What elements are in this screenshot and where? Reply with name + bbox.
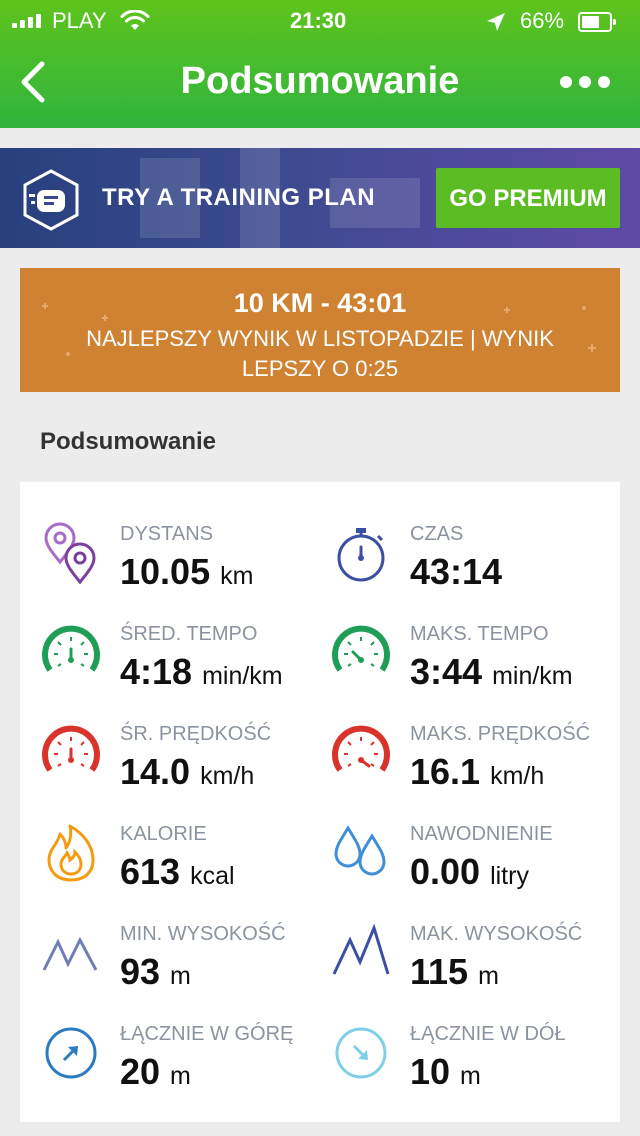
stat-value-line: 93 m [120,952,191,992]
summary-section-title: Podsumowanie [40,428,217,455]
wifi-icon [120,10,150,30]
stat-value: 613 [120,851,181,892]
header: PLAY 21:30 66% Podsumowanie [0,0,640,128]
stat-value: 115 [410,951,469,992]
stat-hydration: NAWODNIENIE 0.00 litry [330,822,620,912]
stat-unit: m [170,1062,191,1090]
stat-unit: m [170,962,191,990]
stat-label: ŁĄCZNIE W GÓRĘ [120,1023,294,1045]
stat-unit: km/h [490,762,545,790]
stat-max-speed: MAKS. PRĘDKOŚĆ 16.1 km/h [330,722,620,812]
stat-value: 43:14 [410,551,503,592]
stat-label: DYSTANS [120,523,213,545]
gauge-max-pace-icon [332,625,390,672]
stat-unit: min/km [492,662,573,690]
record-headline: 10 KM - 43:01 [233,288,407,318]
stat-unit: litry [490,862,529,890]
stopwatch-icon [337,528,385,582]
stat-value-line: 0.00 litry [410,852,529,892]
stat-value: 10 [410,1051,451,1092]
stat-label: MAK. WYSOKOŚĆ [410,923,583,945]
arrow-down-circle-icon [335,1027,387,1079]
stat-label: MIN. WYSOKOŚĆ [120,923,286,945]
page-title: Podsumowanie [180,60,460,102]
stat-value: 93 [120,951,161,992]
stat-value: 20 [120,1051,161,1092]
summary-stats-card: DYSTANS 10.05 km CZAS 43:14 ŚRED. TEMPO 4… [20,482,620,1122]
carrier-name: PLAY [52,8,107,33]
gauge-max-speed-icon [332,725,390,772]
stat-value-line: 20 m [120,1052,191,1092]
stat-value: 4:18 [120,651,193,692]
premium-promo-banner[interactable]: TRY A TRAINING PLAN GO PREMIUM [0,148,640,248]
flame-icon [47,824,95,882]
location-pins-icon [44,522,96,584]
stat-label: MAKS. TEMPO [410,623,549,645]
gauge-avg-pace-icon [42,625,100,672]
stat-value: 10.05 [120,551,211,592]
stat-unit: km [220,562,254,590]
stat-label: NAWODNIENIE [410,823,553,845]
location-arrow-icon [487,13,505,31]
stat-value-line: 16.1 km/h [410,752,544,792]
stat-value: 14.0 [120,751,191,792]
stat-max-pace: MAKS. TEMPO 3:44 min/km [330,622,620,712]
more-options-icon[interactable] [560,70,610,94]
stat-unit: kcal [190,862,235,890]
stat-value: 16.1 [410,751,481,792]
stat-value-line: 115 m [410,952,499,992]
stat-value-line: 10 m [410,1052,481,1092]
water-drops-icon [334,825,386,876]
clock-time: 21:30 [290,8,347,33]
stat-unit: min/km [202,662,283,690]
stat-avg-speed: ŚR. PRĘDKOŚĆ 14.0 km/h [40,722,330,812]
stat-unit: m [460,1062,481,1090]
stat-total-ascent: ŁĄCZNIE W GÓRĘ 20 m [40,1022,330,1112]
stat-min-elevation: MIN. WYSOKOŚĆ 93 m [40,922,330,1012]
stat-total-descent: ŁĄCZNIE W DÓŁ 10 m [330,1022,620,1112]
stat-max-elevation: MAK. WYSOKOŚĆ 115 m [330,922,620,1012]
stat-unit: km/h [200,762,255,790]
training-plan-icon [23,169,79,231]
record-detail: NAJLEPSZY WYNIK W LISTOPADZIE | WYNIK LE… [86,326,554,381]
stat-value-line: 10.05 km [120,552,253,592]
stat-avg-pace: ŚRED. TEMPO 4:18 min/km [40,622,330,712]
stat-value-line: 43:14 [410,552,502,592]
battery-percentage: 66% [520,8,565,33]
stat-label: ŚRED. TEMPO [120,623,258,645]
stat-time: CZAS 43:14 [330,522,620,612]
stat-label: ŁĄCZNIE W DÓŁ [410,1023,566,1045]
promo-text: TRY A TRAINING PLAN [102,184,376,211]
mountains-low-icon [42,936,98,971]
battery-icon [578,12,616,32]
arrow-up-circle-icon [45,1027,97,1079]
stat-value-line: 4:18 min/km [120,652,283,692]
stat-label: CZAS [410,523,464,545]
stat-label: MAKS. PRĘDKOŚĆ [410,723,591,745]
stat-value-line: 14.0 km/h [120,752,254,792]
go-premium-button[interactable]: GO PREMIUM [436,168,620,228]
stat-value: 3:44 [410,651,483,692]
gauge-avg-speed-icon [42,725,100,772]
stat-value-line: 613 kcal [120,852,235,892]
stat-label: ŚR. PRĘDKOŚĆ [120,723,272,745]
stat-calories: KALORIE 613 kcal [40,822,330,912]
stat-value-line: 3:44 min/km [410,652,573,692]
stat-label: KALORIE [120,823,207,845]
cellular-signal-icon [12,14,48,28]
stat-distance: DYSTANS 10.05 km [40,522,330,612]
stat-unit: m [478,962,499,990]
mountains-high-icon [332,923,390,975]
personal-record-banner: 10 KM - 43:01 NAJLEPSZY WYNIK W LISTOPAD… [20,268,620,392]
stat-value: 0.00 [410,851,481,892]
